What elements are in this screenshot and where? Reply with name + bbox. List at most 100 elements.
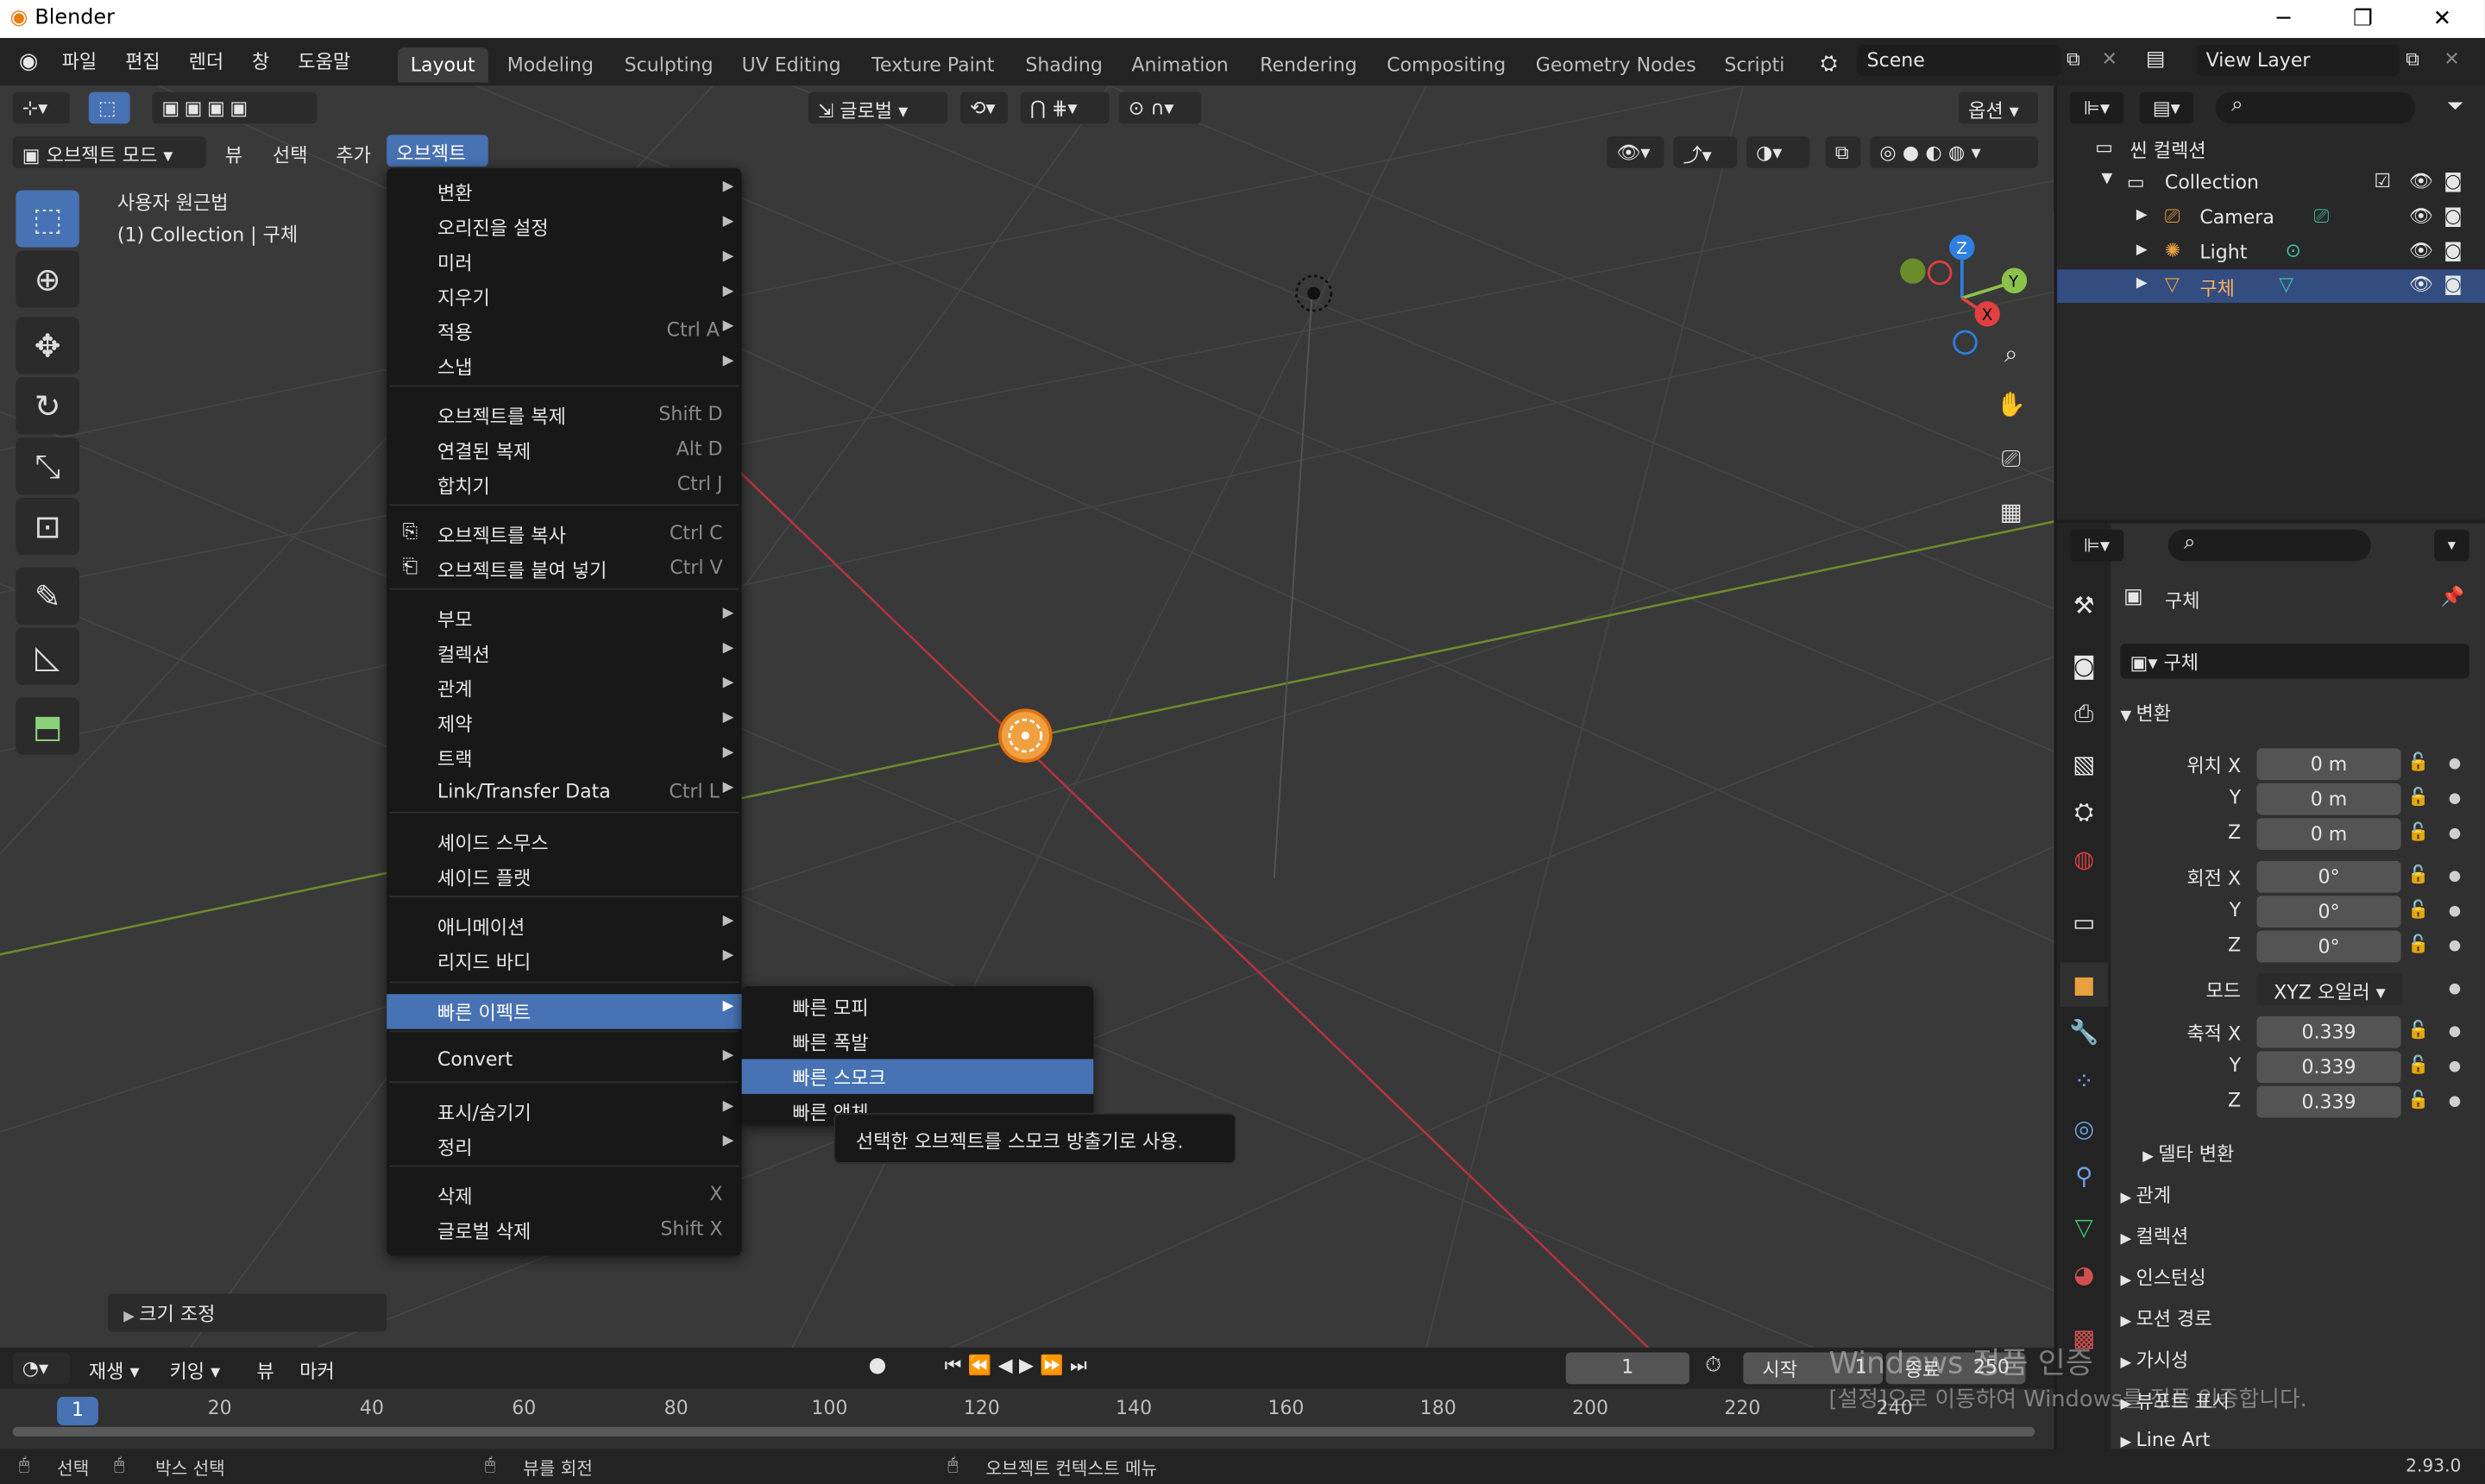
zoom-icon[interactable]: ⌕ — [1994, 336, 2029, 371]
pan-hand-icon[interactable]: ✋ — [1994, 387, 2029, 421]
tool-rotate[interactable]: ↻ — [16, 377, 79, 435]
tab-view-layer[interactable]: ▧ — [2060, 742, 2108, 786]
section-motion-paths[interactable]: ▶ 모션 경로 — [2121, 1305, 2212, 1331]
keyframe-dot-icon[interactable]: ● — [2449, 869, 2461, 884]
scale-x-field[interactable]: 0.339 — [2256, 1016, 2401, 1048]
object-menu-item[interactable]: 관계 ▶ — [387, 670, 741, 705]
xray-toggle-icon[interactable]: ⧉ — [1825, 136, 1861, 168]
location-x-field[interactable]: 0 m — [2256, 748, 2401, 781]
close-button[interactable]: ✕ — [2406, 0, 2478, 38]
object-menu-item[interactable]: 셰이드 플랫 — [387, 859, 741, 894]
object-menu-item[interactable]: 지우기 ▶ — [387, 279, 741, 313]
section-instancing[interactable]: ▶ 인스턴싱 — [2121, 1264, 2206, 1291]
tab-physics[interactable]: ◎ — [2060, 1107, 2108, 1151]
tool-annotate[interactable]: ✎ — [16, 567, 79, 626]
visibility-icon[interactable]: 👁▾ — [1607, 136, 1664, 168]
tool-move[interactable]: ✥ — [16, 317, 79, 374]
timeline-editor-icon[interactable]: ◔▾ — [12, 1352, 70, 1385]
scene-icon[interactable]: ⛭ — [1807, 47, 1851, 79]
tab-rendering[interactable]: Rendering — [1247, 47, 1369, 82]
checkbox-icon[interactable]: ☑ — [2374, 170, 2391, 192]
select-tool-icon[interactable]: ⬚ — [88, 91, 130, 124]
pin-icon[interactable]: 📌 — [2441, 585, 2464, 607]
timeline-menu-keying[interactable]: 키잉 ▾ — [170, 1357, 221, 1384]
gizmo-toggle-icon[interactable]: ⤴▾ — [1673, 136, 1738, 168]
keyframe-dot-icon[interactable]: ● — [2449, 981, 2461, 997]
section-relations[interactable]: ▶ 관계 — [2121, 1181, 2172, 1208]
outliner-sphere[interactable]: ▶ ▽ 구체 ▽ 👁 ◙ — [2057, 269, 2485, 303]
menu-item-quick-smoke[interactable]: 빠른 스모크 — [741, 1059, 1094, 1094]
timeline-menu-playback[interactable]: 재생 ▾ — [89, 1357, 140, 1384]
rotation-mode-dropdown[interactable]: XYZ 오일러 ▾ — [2256, 973, 2403, 1006]
outliner-editor-icon[interactable]: ⊫▾ — [2069, 91, 2124, 124]
object-menu-item[interactable]: 연결된 복제 Alt D — [387, 433, 741, 468]
shading-mode-buttons[interactable]: ◎●◐◍▾ — [1870, 136, 2038, 168]
keyframe-dot-icon[interactable]: ● — [2449, 939, 2461, 954]
tab-sculpting[interactable]: Sculpting — [612, 47, 726, 82]
lock-icon[interactable]: 🔓 — [2407, 1020, 2429, 1041]
object-menu-item[interactable]: 셰이드 스무스 — [387, 825, 741, 859]
eye-icon[interactable]: 👁 — [2409, 239, 2433, 261]
object-menu-item[interactable]: 트랙 ▶ — [387, 740, 741, 775]
tab-modeling[interactable]: Modeling — [494, 47, 607, 82]
object-menu-item[interactable]: Convert ▶ — [387, 1043, 741, 1078]
ortho-grid-icon[interactable]: ▦ — [1994, 494, 2029, 529]
outliner-light[interactable]: ▶ ✺ Light ⊙ 👁 ◙ — [2057, 236, 2485, 270]
tab-modifiers[interactable]: 🔧 — [2060, 1010, 2108, 1054]
playback-controls[interactable]: ⏮⏪◀▶⏩⏭ — [945, 1354, 1094, 1378]
pivot-point-icon[interactable]: ⟲▾ — [960, 91, 1009, 124]
lock-icon[interactable]: 🔓 — [2407, 934, 2429, 954]
outliner-scene-collection[interactable]: ▭ 씬 컬렉션 — [2057, 132, 2485, 166]
tool-measure[interactable]: ◺ — [16, 627, 79, 685]
object-menu-item[interactable]: 미러 ▶ — [387, 244, 741, 279]
tab-texture-paint[interactable]: Texture Paint — [859, 47, 1007, 82]
transform-orientation[interactable]: ⇲ 글로벌 ▾ — [808, 91, 948, 124]
keyframe-dot-icon[interactable]: ● — [2449, 791, 2461, 807]
snap-icon[interactable]: ⋂ ⋕▾ — [1020, 91, 1110, 124]
location-y-field[interactable]: 0 m — [2256, 783, 2401, 815]
tab-shading[interactable]: Shading — [1013, 47, 1116, 82]
timeline-menu-view[interactable]: 뷰 — [257, 1357, 274, 1384]
outliner-camera[interactable]: ▶ ⎚ Camera ⎚ 👁 ◙ — [2057, 201, 2485, 235]
tab-geometry-nodes[interactable]: Geometry Nodes — [1523, 47, 1708, 82]
tab-data[interactable]: ▽ — [2060, 1205, 2108, 1249]
object-menu-item[interactable]: 적용 Ctrl A ▶ — [387, 314, 741, 349]
keyframe-dot-icon[interactable]: ● — [2449, 1060, 2461, 1075]
tab-material[interactable]: ◕ — [2060, 1253, 2108, 1297]
filter-icon[interactable]: ⏷ — [2447, 95, 2463, 119]
tab-scripting[interactable]: Scripti — [1712, 47, 1797, 82]
blender-menu-icon[interactable]: ◉ — [13, 47, 45, 76]
mode-dropdown[interactable]: ▣ 오브젝트 모드 ▾ — [12, 136, 206, 168]
object-menu-item[interactable]: 오리진을 설정 ▶ — [387, 210, 741, 244]
eye-icon[interactable]: 👁 — [2409, 170, 2433, 192]
object-menu-item[interactable]: 스냅 ▶ — [387, 349, 741, 383]
properties-search-input[interactable]: ⌕ — [2167, 529, 2371, 562]
stopwatch-icon[interactable]: ⏱ — [1705, 1354, 1721, 1378]
selection-mode-buttons[interactable]: ▣▣▣▣ — [152, 91, 318, 124]
section-transform[interactable]: ▼ 변환 — [2121, 699, 2172, 726]
object-menu-item[interactable]: 오브젝트를 복제 Shift D — [387, 398, 741, 432]
eye-icon[interactable]: 👁 — [2409, 273, 2433, 295]
render-camera-icon[interactable]: ◙ — [2444, 239, 2462, 261]
tab-constraints[interactable]: ⚲ — [2060, 1154, 2108, 1198]
tab-object[interactable]: ■ — [2060, 962, 2108, 1007]
section-visibility[interactable]: ▶ 가시성 — [2121, 1346, 2189, 1373]
tab-tool[interactable]: ⚒ — [2060, 583, 2108, 627]
object-menu-item[interactable]: 표시/숨기기 ▶ — [387, 1094, 741, 1129]
menu-item-quick-fur[interactable]: 빠른 모피 — [742, 990, 1094, 1024]
view-layer-field[interactable]: View Layer — [2196, 44, 2400, 77]
display-mode-icon[interactable]: ▤▾ — [2139, 91, 2193, 124]
timeline-scrollbar[interactable] — [12, 1426, 2035, 1437]
object-name-field[interactable]: ▣▾ 구체 — [2120, 644, 2469, 679]
new-scene-icon[interactable]: ⧉ — [2067, 47, 2080, 72]
menu-window[interactable]: 창 — [252, 47, 269, 74]
rotation-y-field[interactable]: 0° — [2256, 896, 2401, 928]
object-menu-item[interactable]: 제약 ▶ — [387, 706, 741, 740]
proportional-edit-icon[interactable]: ⊙ ∩▾ — [1118, 91, 1202, 124]
scene-field[interactable]: Scene — [1857, 44, 2060, 77]
object-menu-item[interactable]: 삭제 X — [387, 1178, 741, 1212]
camera-view-icon[interactable]: ⎚ — [1994, 441, 2029, 475]
tab-world[interactable]: ◍ — [2060, 837, 2108, 881]
lock-icon[interactable]: 🔓 — [2407, 786, 2429, 807]
chevron-down-icon[interactable]: ▾ — [2434, 529, 2469, 562]
